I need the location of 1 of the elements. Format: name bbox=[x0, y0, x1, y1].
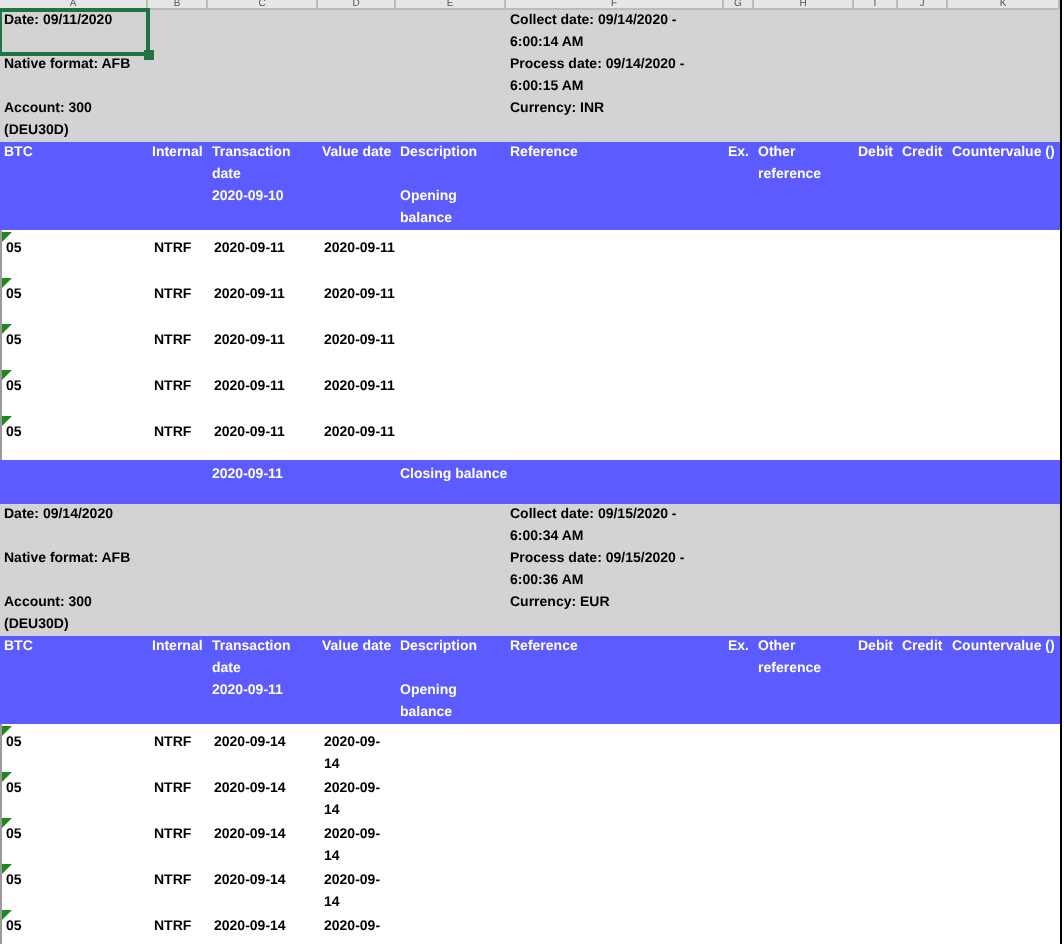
fill-handle-icon[interactable] bbox=[144, 50, 154, 60]
